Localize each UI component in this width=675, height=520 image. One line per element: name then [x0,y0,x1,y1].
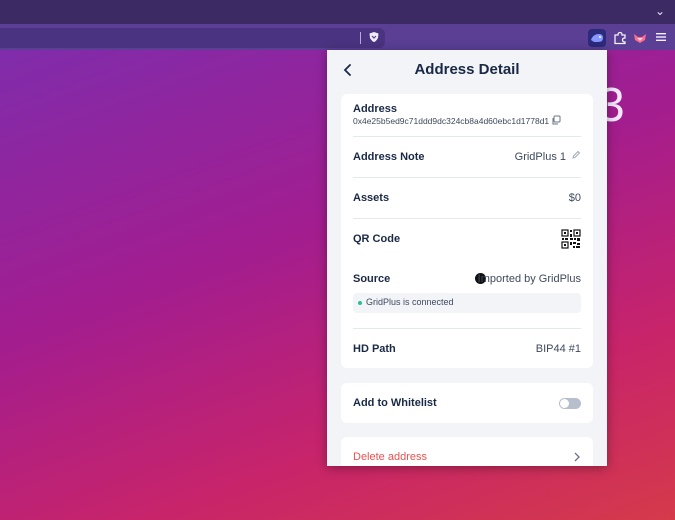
toggle-knob [560,399,569,408]
status-dot-icon [358,301,362,305]
hd-path-value: BIP44 #1 [535,343,581,355]
assets-label: Assets [353,192,390,204]
address-note-label: Address Note [353,151,425,163]
qr-code-label: QR Code [353,233,401,245]
url-bar[interactable] [0,28,385,48]
qr-code-row[interactable]: QR Code [353,219,581,259]
whitelist-card: Add to Whitelist [341,383,593,423]
whitelist-label: Add to Whitelist [353,397,437,409]
url-separator [360,32,361,44]
address-note-row[interactable]: Address Note GridPlus 1 [353,137,581,178]
edit-pencil-icon[interactable] [571,150,581,160]
extensions-puzzle-icon[interactable] [613,31,627,45]
brave-shield-icon[interactable] [368,31,380,43]
chevron-right-icon [574,452,580,462]
delete-address-button[interactable]: Delete address [353,451,427,463]
whitelist-toggle[interactable] [559,398,581,409]
copy-icon[interactable] [551,115,561,125]
hamburger-menu-icon[interactable] [655,31,667,43]
panel-header: Address Detail [327,50,607,90]
address-row: Address 0x4e25b5ed9c71ddd9dc324cb8a4d60e… [353,94,581,137]
connection-status-box: GridPlus is connected [353,293,581,313]
address-info-card: Address 0x4e25b5ed9c71ddd9dc324cb8a4d60e… [341,94,593,368]
fox-extension-icon[interactable] [633,31,647,45]
page-title: Address Detail [414,61,520,78]
address-value: 0x4e25b5ed9c71ddd9dc324cb8a4d60ebc1d1778… [353,116,550,126]
assets-value: $0 [568,192,581,204]
source-label: Source [353,273,391,285]
address-label: Address [353,103,398,115]
hd-path-label: HD Path [353,343,396,355]
window-titlebar: ⌄ [0,0,675,24]
source-row: Source Imported by GridPlus GridPlus is … [353,260,581,329]
rabby-extension-icon[interactable] [588,29,606,47]
hd-path-row: HD Path BIP44 #1 [353,329,581,368]
assets-row: Assets $0 [353,178,581,219]
delete-address-card[interactable]: Delete address [341,437,593,466]
source-value: Imported by GridPlus [477,273,581,285]
qr-code-icon[interactable] [561,229,581,249]
address-detail-panel: Address Detail Address 0x4e25b5ed9c71ddd… [327,50,607,466]
connection-status-text: GridPlus is connected [366,297,454,307]
chevron-down-icon[interactable]: ⌄ [655,4,665,18]
address-note-value: GridPlus 1 [514,151,566,163]
